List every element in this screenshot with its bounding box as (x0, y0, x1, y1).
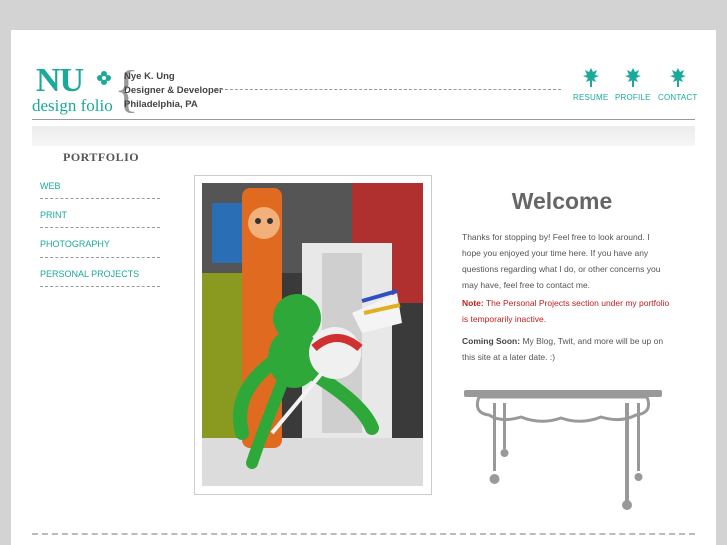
sidebar-item-photography[interactable]: PHOTOGRAPHY (40, 239, 110, 249)
header-rule (32, 119, 695, 120)
sidebar-divider (40, 286, 160, 287)
coming-soon-label: Coming Soon: (462, 336, 521, 346)
photo-green-figure-lollipop (202, 183, 423, 486)
nav-profile[interactable]: PROFILE (615, 66, 651, 102)
table-illustration (464, 390, 662, 510)
note-text: The Personal Projects section under my p… (462, 298, 670, 324)
note-paragraph: Note: The Personal Projects section unde… (462, 295, 670, 327)
flower-icon (669, 68, 686, 87)
owner-role: Designer & Developer (124, 85, 223, 96)
intro-paragraph: Thanks for stopping by! Feel free to loo… (462, 232, 661, 290)
flower-icon (582, 68, 599, 87)
coming-soon-paragraph: Coming Soon: My Blog, Twit, and more wil… (462, 333, 670, 365)
footer-rule (32, 533, 695, 535)
sidebar-item-print[interactable]: PRINT (40, 210, 67, 220)
note-label: Note: (462, 298, 484, 308)
page-container: NU design folio { Nye K. Ung Designer & … (11, 30, 716, 545)
sidebar-divider (40, 257, 160, 258)
header-info: Nye K. Ung Designer & Developer Philadel… (124, 70, 223, 112)
nav-profile-label: PROFILE (615, 93, 651, 102)
sidebar-item-personal-projects[interactable]: PERSONAL PROJECTS (40, 269, 139, 279)
sidebar-divider (40, 198, 160, 199)
welcome-heading: Welcome (511, 188, 613, 214)
portfolio-title: PORTFOLIO (63, 150, 140, 164)
header-dashed-line (215, 89, 561, 90)
logo-main[interactable]: NU (36, 63, 84, 99)
nav-resume-label: RESUME (573, 93, 609, 102)
logo-subtitle: design folio (32, 96, 113, 115)
sidebar-divider (40, 227, 160, 228)
nav-contact-label: CONTACT (658, 93, 698, 102)
flower-icon (624, 68, 641, 87)
nav-contact[interactable]: CONTACT (658, 66, 697, 102)
sidebar-item-web[interactable]: WEB (40, 181, 61, 191)
logo-flower-icon (97, 71, 111, 85)
header-band (32, 126, 695, 146)
nav-resume[interactable]: RESUME (573, 66, 608, 102)
owner-name: Nye K. Ung (124, 71, 175, 82)
owner-location: Philadelphia, PA (124, 99, 198, 110)
featured-photo (194, 175, 432, 495)
